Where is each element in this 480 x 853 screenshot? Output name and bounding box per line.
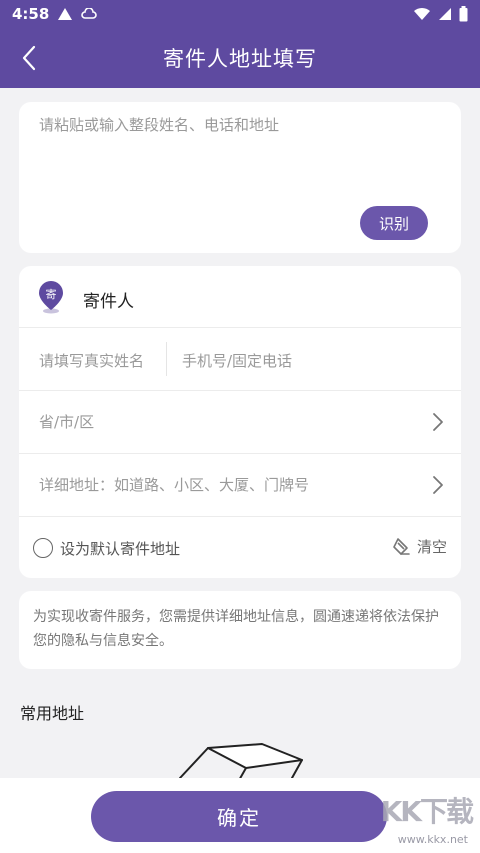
empty-box-illustration	[179, 743, 303, 782]
watermark-logo: KK下载	[380, 795, 474, 828]
signal-icon	[439, 8, 451, 20]
default-address-radio[interactable]	[33, 538, 53, 558]
default-address-label[interactable]: 设为默认寄件地址	[60, 538, 180, 559]
footer-bar: 确定 KK下载 www.kkx.net	[0, 778, 480, 853]
sender-form-card: 寄 寄件人 请填写真实姓名 手机号/固定电话 省/市/区 详细地址：如道路、小区…	[19, 266, 461, 578]
watermark: KK下载 www.kkx.net	[364, 786, 474, 848]
sender-badge-text: 寄	[46, 287, 57, 301]
confirm-button[interactable]: 确定	[91, 791, 387, 842]
cloud-icon	[81, 8, 98, 19]
field-divider	[166, 342, 167, 376]
default-address-row: 设为默认寄件地址 清空	[19, 517, 461, 578]
recognize-button[interactable]: 识别	[360, 206, 428, 240]
privacy-notice-text: 为实现收寄件服务，您需提供详细地址信息，圆通速递将依法保护您的隐私与信息安全。	[33, 609, 439, 649]
map-pin-icon: 寄	[39, 281, 63, 314]
wifi-icon	[414, 7, 430, 20]
back-button[interactable]	[14, 42, 44, 74]
paste-address-input[interactable]: 请粘贴或输入整段姓名、电话和地址	[39, 114, 279, 135]
clear-button[interactable]: 清空	[391, 536, 447, 557]
detail-address-field[interactable]: 详细地址：如道路、小区、大厦、门牌号	[19, 454, 461, 517]
region-placeholder: 省/市/区	[39, 413, 95, 431]
clear-label: 清空	[416, 538, 447, 556]
name-phone-row: 请填写真实姓名 手机号/固定电话	[19, 328, 461, 391]
page-title: 寄件人地址填写	[163, 47, 317, 71]
region-selector[interactable]: 省/市/区	[19, 391, 461, 454]
nav-bar: 寄件人地址填写	[0, 28, 480, 88]
phone-input[interactable]: 手机号/固定电话	[182, 350, 292, 371]
battery-icon	[459, 6, 468, 22]
name-input[interactable]: 请填写真实姓名	[39, 350, 144, 371]
eraser-icon	[393, 537, 410, 555]
chevron-right-icon	[433, 413, 443, 431]
sender-header: 寄 寄件人	[19, 266, 461, 328]
sender-label: 寄件人	[83, 292, 134, 312]
status-bar: 4:58	[0, 0, 480, 28]
status-time: 4:58	[12, 5, 50, 23]
watermark-url: www.kkx.net	[397, 833, 468, 846]
chevron-left-icon	[22, 45, 36, 71]
detail-address-placeholder: 详细地址：如道路、小区、大厦、门牌号	[39, 476, 310, 494]
common-address-title: 常用地址	[20, 704, 85, 723]
chevron-right-icon	[433, 476, 443, 494]
privacy-notice-card: 为实现收寄件服务，您需提供详细地址信息，圆通速递将依法保护您的隐私与信息安全。	[19, 591, 461, 669]
paste-address-card: 请粘贴或输入整段姓名、电话和地址 识别	[19, 102, 461, 253]
warning-triangle-icon	[58, 8, 73, 20]
